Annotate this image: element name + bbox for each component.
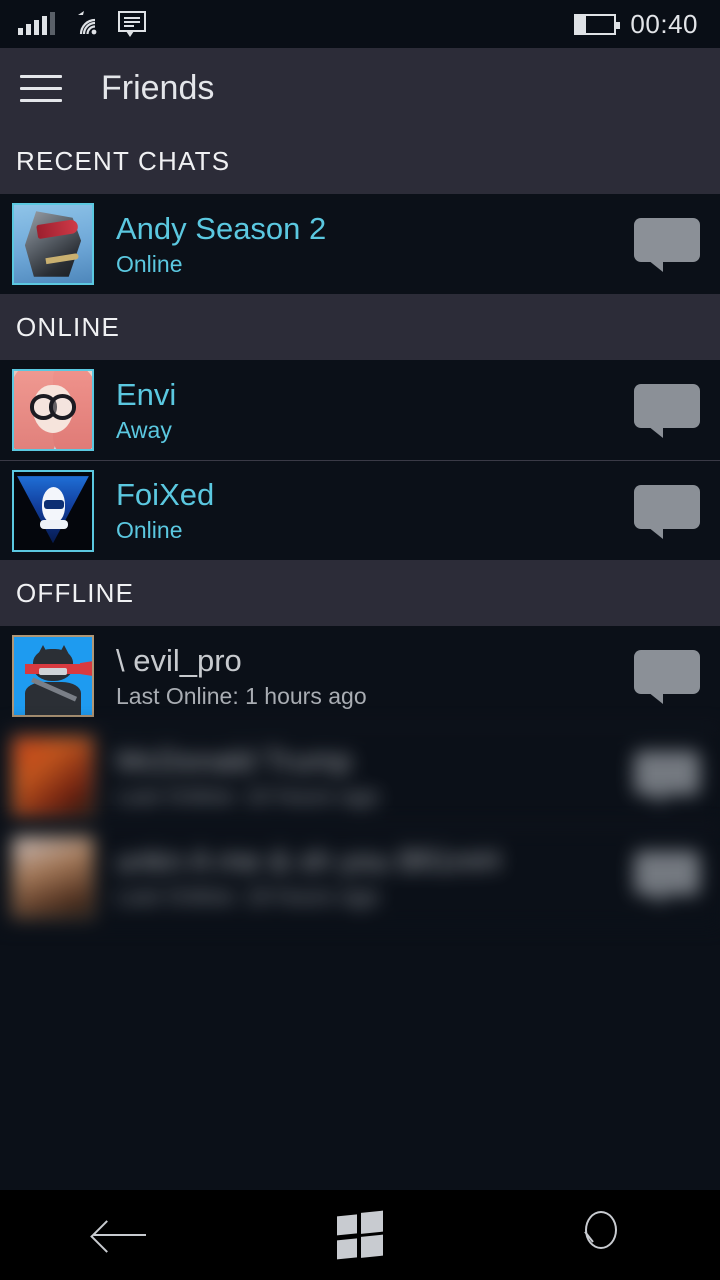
friend-status: Last Online: 19 hours ago <box>116 883 380 909</box>
back-arrow-icon <box>94 1218 146 1252</box>
status-bar-clock: 00:40 <box>630 8 698 39</box>
orange-gradient-avatar[interactable] <box>12 735 94 818</box>
chat-bubble-icon[interactable] <box>634 384 700 438</box>
nav-search-button[interactable] <box>525 1190 675 1280</box>
friend-status: Last Online: 10 hours ago <box>116 783 380 809</box>
chat-bubble-tail <box>638 888 663 905</box>
section-header: ONLINE <box>0 294 720 360</box>
friend-status: Away <box>116 416 172 443</box>
section-header-label: ONLINE <box>16 311 121 342</box>
friend-status: Last Online: 1 hours ago <box>116 682 367 709</box>
friend-row[interactable]: Envi Away <box>0 360 720 460</box>
avatar-artwork <box>14 737 92 816</box>
avatar-artwork <box>14 205 92 283</box>
battery-icon <box>574 13 621 35</box>
section-header-label: RECENT CHATS <box>16 145 231 176</box>
friend-row-text: unkn A me & sh you Bfi1mH Last Online: 19… <box>116 843 634 910</box>
system-navigation-bar <box>0 1190 720 1280</box>
friend-row[interactable]: McDonald Trump Last Online: 10 hours ago <box>0 726 720 826</box>
ninja-cat-avatar[interactable] <box>12 635 94 717</box>
avatar-artwork <box>14 637 92 715</box>
glasses-icon <box>29 394 77 420</box>
friend-row[interactable]: Andy Season 2 Online <box>0 194 720 294</box>
mecha-robot-avatar[interactable] <box>12 203 94 285</box>
chat-bubble-icon[interactable] <box>634 650 700 704</box>
section-header: RECENT CHATS <box>0 128 720 194</box>
friend-name: FoiXed <box>116 477 215 512</box>
chat-bubble-tail <box>638 688 663 704</box>
section-header: OFFLINE <box>0 560 720 626</box>
friends-list[interactable]: RECENT CHATS Andy Season 2 Online ONLINE Env… <box>0 128 720 1190</box>
chat-bubble-icon[interactable] <box>634 850 700 905</box>
search-icon <box>578 1211 622 1259</box>
status-bar-left-icons <box>0 9 147 39</box>
cellular-signal-icon <box>18 12 55 35</box>
ninja-eyes <box>38 668 68 676</box>
friend-name: \ evil_pro <box>116 642 242 678</box>
hamburger-menu-icon[interactable] <box>20 74 62 102</box>
avatar-collar <box>39 519 68 530</box>
page-title: Friends <box>101 68 215 107</box>
wifi-icon <box>78 11 97 35</box>
windows-start-icon <box>337 1210 383 1260</box>
friend-row-text: Envi Away <box>116 377 634 444</box>
portrait-photo-avatar[interactable] <box>12 835 94 918</box>
chat-bubble-tail <box>638 422 663 438</box>
status-bar-right-icons: 00:40 <box>574 9 720 40</box>
friend-row[interactable]: \ evil_pro Last Online: 1 hours ago <box>0 626 720 726</box>
avatar-artwork <box>14 837 92 916</box>
friend-name: unkn A me & sh you Bfi1mH <box>116 843 501 878</box>
friend-name: McDonald Trump <box>116 743 353 778</box>
chat-bubble-tail <box>638 522 663 539</box>
friend-row-text: Andy Season 2 Online <box>116 211 634 278</box>
friend-status: Online <box>116 517 183 543</box>
blue-triangle-logo-avatar[interactable] <box>12 469 94 552</box>
nav-back-button[interactable] <box>45 1190 195 1280</box>
friend-row-text: FoiXed Online <box>116 477 634 544</box>
chat-bubble-tail <box>638 788 663 805</box>
friend-row[interactable]: FoiXed Online <box>0 460 720 560</box>
chat-bubble-icon[interactable] <box>634 484 700 539</box>
sms-message-icon <box>118 11 146 37</box>
status-bar: 00:40 <box>0 0 720 48</box>
friend-row-text: McDonald Trump Last Online: 10 hours ago <box>116 743 634 810</box>
friend-status: Online <box>116 250 183 277</box>
section-header-label: OFFLINE <box>16 577 135 608</box>
avatar-artwork <box>14 371 92 449</box>
chat-bubble-icon[interactable] <box>634 750 700 805</box>
friend-name: Envi <box>116 376 177 412</box>
friend-row[interactable]: unkn A me & sh you Bfi1mH Last Online: 19… <box>0 826 720 926</box>
anime-girl-glasses-avatar[interactable] <box>12 369 94 451</box>
avatar-visor <box>43 499 64 509</box>
friend-name: Andy Season 2 <box>116 210 327 246</box>
avatar-artwork <box>14 471 92 550</box>
friend-row-text: \ evil_pro Last Online: 1 hours ago <box>116 643 634 710</box>
nav-start-button[interactable] <box>285 1190 435 1280</box>
app-title-bar: Friends <box>0 48 720 128</box>
chat-bubble-icon[interactable] <box>634 218 700 272</box>
chat-bubble-tail <box>638 256 663 272</box>
phone-screen: 00:40 Friends RECENT CHATS Andy Season 2 O… <box>0 0 720 1280</box>
